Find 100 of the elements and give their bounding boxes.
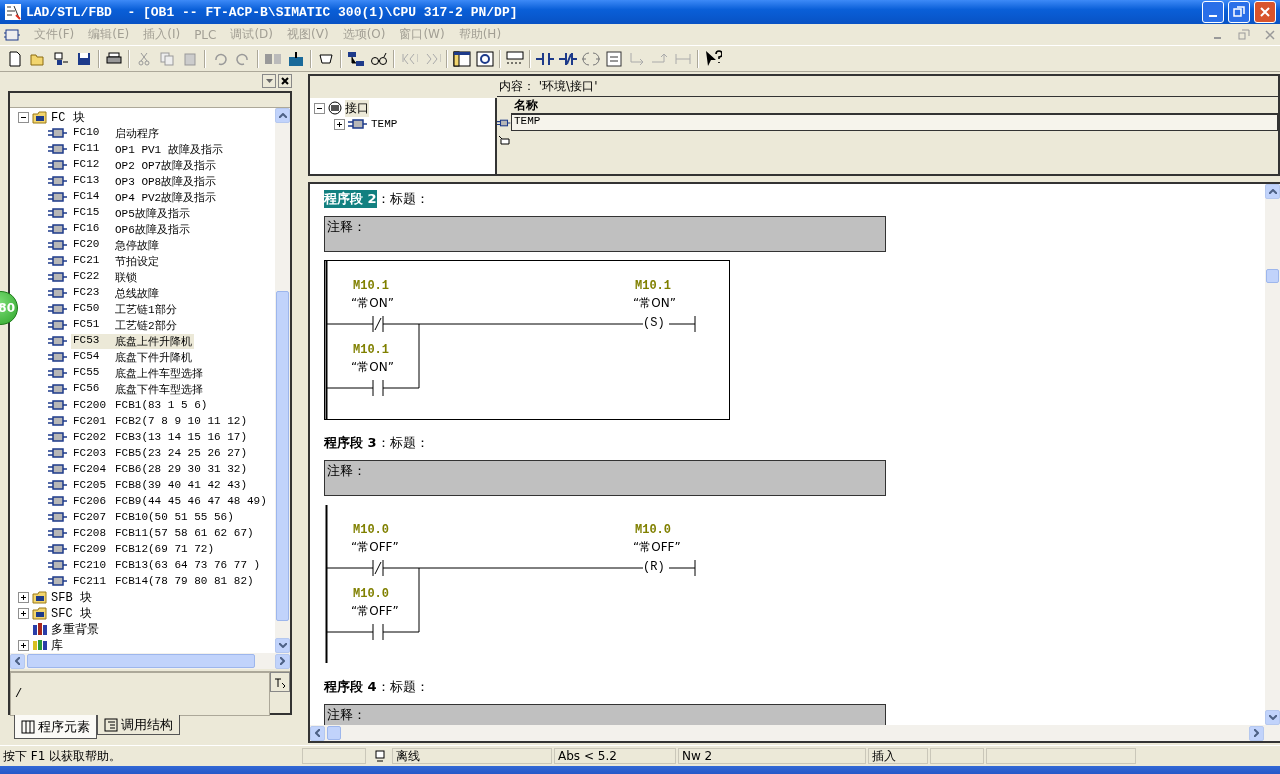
comment-field[interactable]: 注释： <box>324 460 886 496</box>
box-icon[interactable] <box>605 49 623 68</box>
tree-item[interactable]: FC207 FCB10(50 51 55 56) <box>71 511 236 523</box>
network-title[interactable]: 程序段 4 <box>324 678 377 696</box>
document-icon[interactable] <box>4 27 20 42</box>
zoom-view-icon[interactable] <box>476 49 494 68</box>
expand-toggle[interactable] <box>18 591 29 603</box>
columns-icon <box>21 719 35 734</box>
tree-item[interactable]: FC16 OP6故障及指示 <box>71 221 192 237</box>
normally-open-contact-symbol <box>372 379 384 397</box>
network-device-icon[interactable] <box>52 49 70 68</box>
coil-icon[interactable] <box>582 49 600 68</box>
tree-item[interactable]: SFB 块 <box>51 588 92 606</box>
tree-item[interactable]: FC12 OP2 OP7故障及指示 <box>71 157 219 173</box>
block-icon <box>48 304 68 314</box>
scroll-button[interactable] <box>275 653 290 669</box>
scroll-button[interactable] <box>1265 710 1280 725</box>
tree-item[interactable]: 接口 <box>345 99 369 117</box>
collapse-toggle[interactable] <box>18 111 29 123</box>
block-icon <box>48 512 68 522</box>
vertical-scrollbar[interactable] <box>275 108 290 653</box>
tree-item[interactable]: FC206 FCB9(44 45 46 47 48 49) <box>71 495 269 507</box>
panel-tab[interactable]: 调用结构 <box>97 715 180 735</box>
expand-toggle[interactable] <box>18 639 29 651</box>
scroll-button[interactable] <box>275 638 290 653</box>
collapse-toggle[interactable] <box>314 102 325 114</box>
tree-item[interactable]: FC54 底盘下件升降机 <box>71 349 194 365</box>
close-icon[interactable] <box>1264 28 1276 41</box>
tree-item[interactable]: FC51 工艺链2部分 <box>71 317 179 333</box>
tree-item[interactable]: FC14 OP4 PV2故障及指示 <box>71 189 219 205</box>
tree-item[interactable]: SFC 块 <box>51 604 92 622</box>
tree-item[interactable]: FC11 OP1 PV1 故障及指示 <box>71 141 225 157</box>
plus-icon <box>20 593 27 601</box>
help-cursor-icon[interactable] <box>704 49 722 68</box>
tree-item[interactable]: FC208 FCB11(57 58 61 62 67) <box>71 527 256 539</box>
expand-toggle[interactable] <box>18 607 29 619</box>
tree-item[interactable]: FC50 工艺链1部分 <box>71 301 179 317</box>
tree-item[interactable]: FC55 底盘上件车型选择 <box>71 365 205 381</box>
scrollbar-thumb[interactable] <box>276 290 289 621</box>
download-icon[interactable] <box>287 49 305 68</box>
close-button[interactable] <box>278 74 292 88</box>
panel-layout-icon[interactable] <box>453 49 471 68</box>
tree-item[interactable]: FC209 FCB12(69 71 72) <box>71 543 217 555</box>
caret-icon <box>265 79 273 83</box>
tree-item[interactable]: TEMP <box>371 118 398 130</box>
tree-item[interactable]: FC15 OP5故障及指示 <box>71 205 192 221</box>
scrollbar-thumb[interactable] <box>27 654 255 668</box>
panel-tab[interactable]: 程序元素 <box>14 715 97 739</box>
scrollbar-thumb[interactable] <box>327 726 341 740</box>
contact-address: M10.0 <box>353 587 389 601</box>
tree-item[interactable]: FC56 底盘下件车型选择 <box>71 381 205 397</box>
tree-item[interactable]: FC 块 <box>51 108 85 126</box>
up-level-button[interactable] <box>270 672 290 692</box>
tree-item[interactable]: FC200 FCB1(83 1 5 6) <box>71 399 210 411</box>
scrollbar-thumb[interactable] <box>1266 269 1279 283</box>
vertical-scrollbar[interactable] <box>1265 184 1280 725</box>
dropdown-button[interactable] <box>262 74 276 88</box>
tree-item[interactable]: FC204 FCB6(28 29 30 31 32) <box>71 463 250 475</box>
block-icon <box>48 320 68 330</box>
tree-item[interactable]: FC13 OP3 OP8故障及指示 <box>71 173 219 189</box>
tree-item[interactable]: 库 <box>51 636 63 653</box>
tree-item[interactable]: FC22 联锁 <box>71 269 139 285</box>
tree-item[interactable]: FC203 FCB5(23 24 25 26 27) <box>71 447 250 459</box>
tree-item[interactable]: FC53 底盘上件升降机 <box>71 333 194 349</box>
scroll-button[interactable] <box>1265 184 1280 199</box>
tree-item[interactable]: FC23 总线故障 <box>71 285 161 301</box>
tree-item[interactable]: FC201 FCB2(7 8 9 10 11 12) <box>71 415 250 427</box>
close-icon <box>1260 7 1270 17</box>
comment-field[interactable]: 注释： <box>324 216 886 252</box>
new-file-icon[interactable] <box>6 49 24 68</box>
tree-item[interactable]: FC202 FCB3(13 14 15 16 17) <box>71 431 250 443</box>
block-icon <box>348 119 368 129</box>
scroll-button[interactable] <box>1249 725 1264 741</box>
list-icon <box>104 717 118 732</box>
scroll-button[interactable] <box>10 653 25 669</box>
maximize-button[interactable] <box>1228 1 1250 23</box>
scroll-button[interactable] <box>275 108 290 123</box>
path-field[interactable]: / <box>10 672 270 716</box>
tree-item[interactable]: FC205 FCB8(39 40 41 42 43) <box>71 479 250 491</box>
coil-text: (S) <box>643 316 665 330</box>
tree-item[interactable]: 多重背景 <box>51 620 99 638</box>
tree-item[interactable]: FC21 节拍设定 <box>71 253 161 269</box>
tree-item[interactable]: FC10 启动程序 <box>71 125 161 141</box>
network-icon[interactable] <box>347 49 365 68</box>
status-address: Abs < 5.2 <box>554 748 676 764</box>
network-title[interactable]: 程序段 3 <box>324 434 377 452</box>
comment-field[interactable]: 注释： <box>324 704 886 725</box>
scroll-button[interactable] <box>310 725 325 741</box>
horizontal-scrollbar[interactable] <box>310 725 1280 741</box>
tree-item[interactable]: FC211 FCB14(78 79 80 81 82) <box>71 575 256 587</box>
block-icon <box>48 384 68 394</box>
minimize-button[interactable] <box>1202 1 1224 23</box>
horizontal-scrollbar[interactable] <box>10 653 290 669</box>
tree-item[interactable]: FC20 急停故障 <box>71 237 161 253</box>
network-title[interactable]: 程序段 2 <box>324 190 377 208</box>
tree-item[interactable]: FC210 FCB13(63 64 73 76 77 ) <box>71 559 263 571</box>
folder-block-icon <box>32 590 48 604</box>
table-cell[interactable]: TEMP <box>511 114 1278 131</box>
contact-address: M10.1 <box>353 279 389 293</box>
expand-toggle[interactable] <box>334 118 345 130</box>
